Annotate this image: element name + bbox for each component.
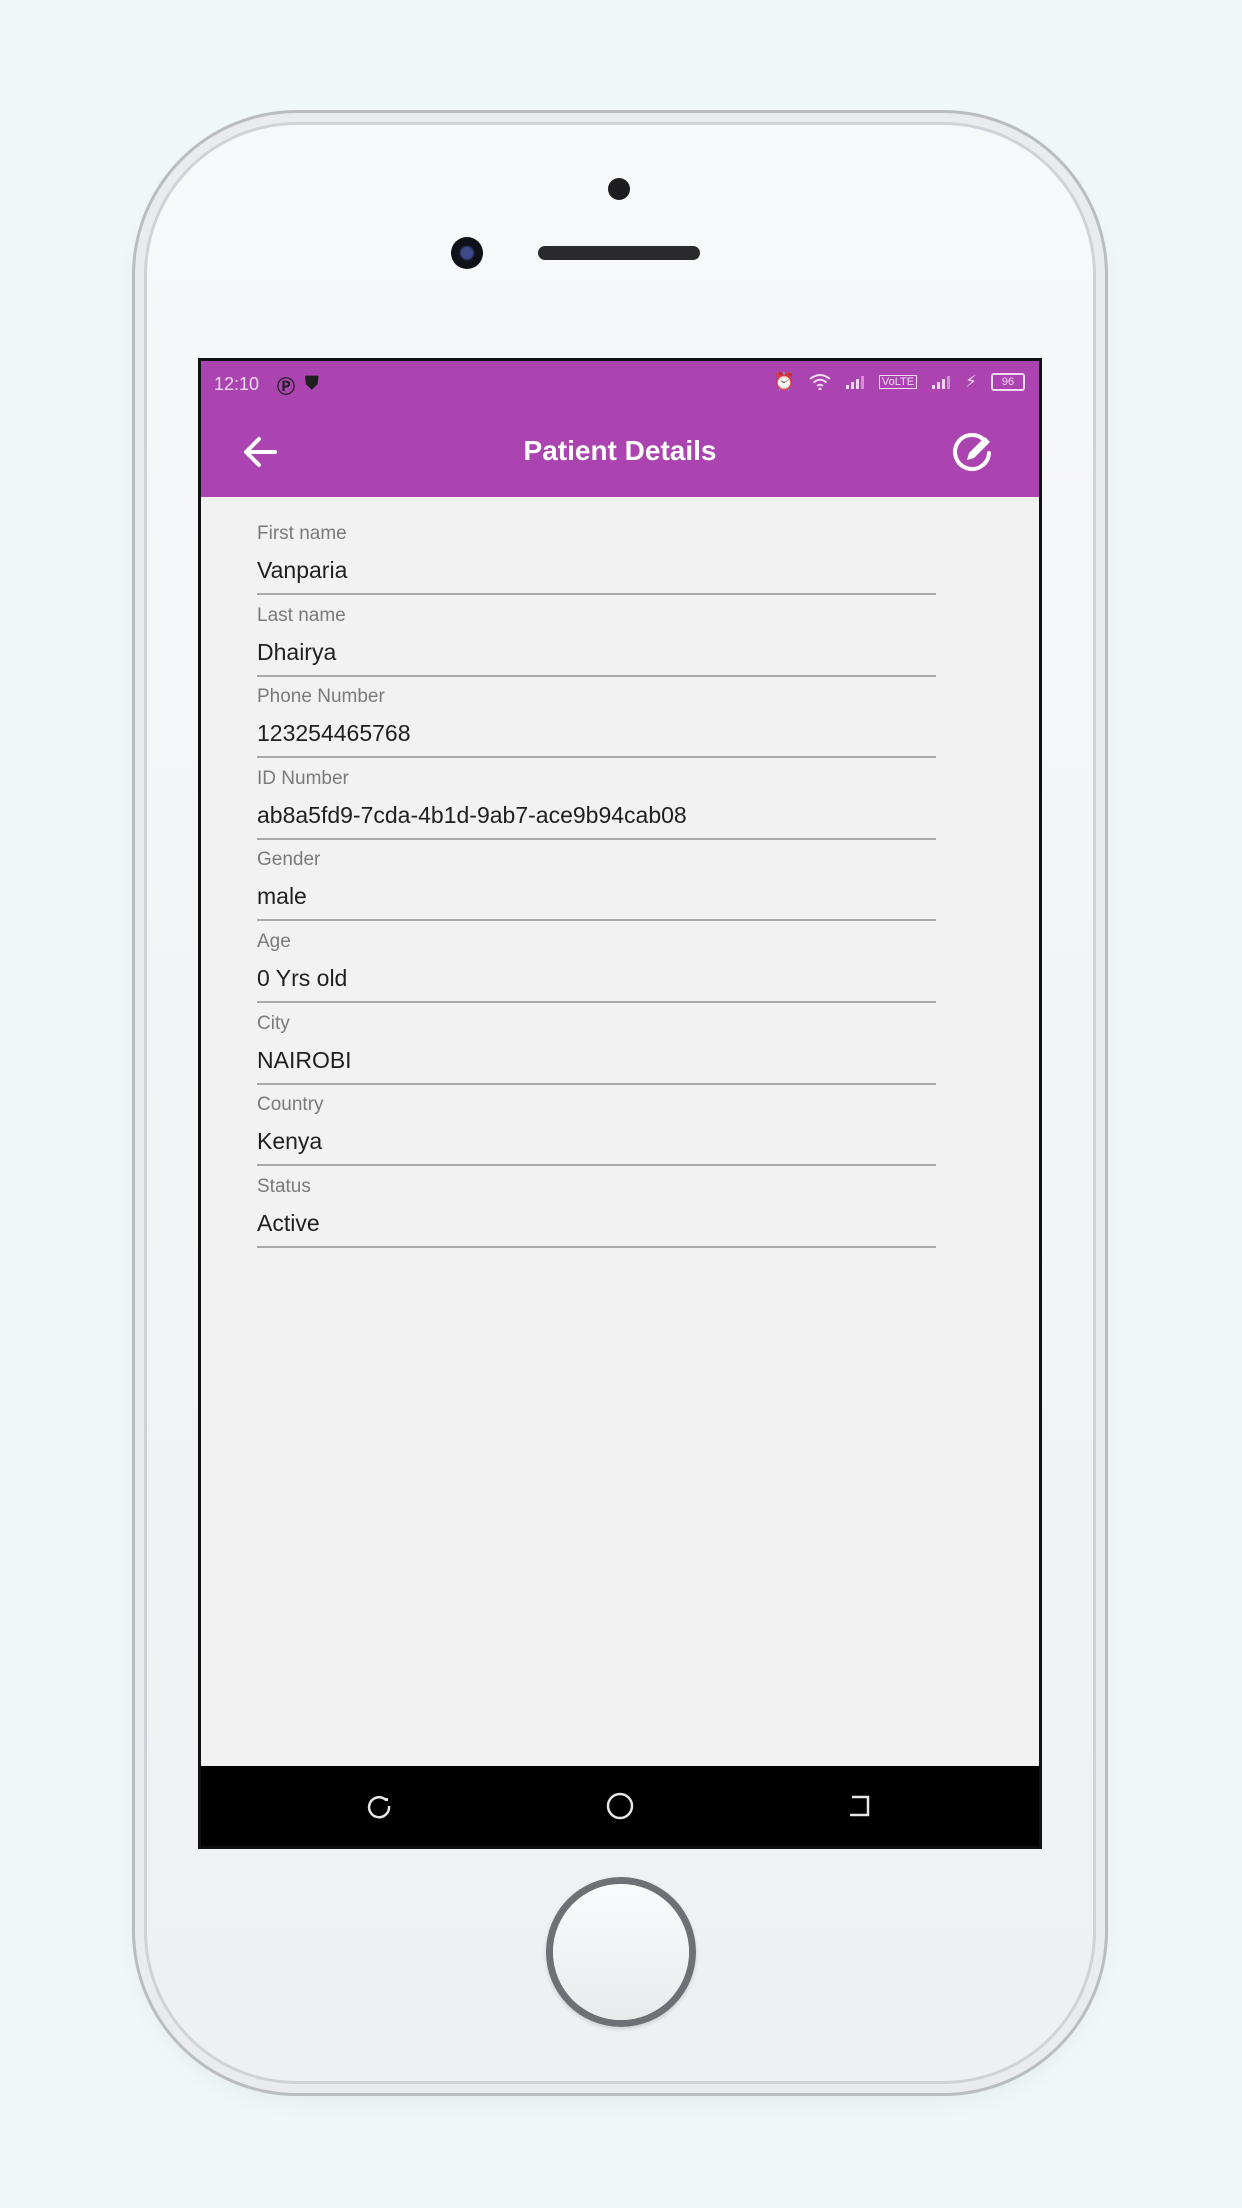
field-underline — [257, 1245, 936, 1248]
gender-value: male — [257, 883, 307, 910]
age-value: 0 Yrs old — [257, 964, 348, 991]
power-button — [1095, 540, 1103, 685]
status-bar: 12:10 Ⓟ ⛊ ⏰ VoLTE ⚡ 96 — [201, 361, 1039, 407]
battery-icon: 96 — [991, 373, 1025, 391]
field-underline — [257, 837, 936, 840]
field-age: Age 0 Yrs old — [257, 931, 936, 1013]
parking-icon: Ⓟ — [277, 377, 295, 397]
field-label: City — [257, 1012, 290, 1034]
field-underline — [257, 593, 936, 595]
system-nav-bar — [201, 1766, 1039, 1846]
wifi-icon — [809, 374, 831, 390]
field-first-name: First name Vanparia — [257, 523, 936, 605]
field-label: Status — [257, 1175, 311, 1197]
recent-apps-icon[interactable] — [364, 1791, 394, 1821]
first-name-value: Vanparia — [257, 557, 348, 583]
field-label: Age — [257, 930, 291, 952]
status-icons: ⏰ VoLTE ⚡ 96 — [774, 372, 1025, 392]
shield-icon: ⛊ — [305, 373, 319, 393]
app-screen: 12:10 Ⓟ ⛊ ⏰ VoLTE ⚡ 96 Patient Details F… — [201, 361, 1039, 1846]
volte-icon: VoLTE — [878, 375, 918, 389]
home-icon[interactable] — [605, 1791, 635, 1821]
status-value: Active — [257, 1209, 320, 1236]
id-number-value: ab8a5fd9-7cda-4b1d-9ab7-ace9b94cab08 — [257, 801, 687, 828]
field-city: City NAIROBI — [257, 1013, 936, 1095]
phone-number-value: 123254465768 — [257, 720, 411, 747]
signal-icon — [845, 376, 864, 389]
proximity-sensor — [608, 178, 630, 200]
field-label: Last name — [257, 604, 346, 626]
mute-switch — [138, 373, 146, 453]
field-label: Gender — [257, 849, 321, 871]
alarm-icon: ⏰ — [773, 372, 795, 391]
field-last-name: Last name Dhairya — [257, 605, 936, 687]
page-title: Patient Details — [523, 435, 717, 466]
signal-icon — [932, 376, 951, 389]
patient-fields: First name Vanparia Last name Dhairya Ph… — [257, 523, 936, 1257]
field-id-number: ID Number ab8a5fd9-7cda-4b1d-9ab7-ace9b9… — [257, 768, 936, 850]
charging-icon: ⚡ — [965, 372, 977, 391]
home-button[interactable] — [546, 1877, 696, 2027]
field-label: Country — [257, 1094, 324, 1116]
field-gender: Gender male — [257, 849, 936, 931]
status-time: 12:10 — [214, 374, 260, 394]
earpiece-speaker — [538, 246, 700, 260]
city-value: NAIROBI — [257, 1046, 352, 1073]
app-bar: Patient Details — [201, 407, 1039, 497]
country-value: Kenya — [257, 1128, 323, 1155]
field-underline — [257, 1000, 936, 1003]
volume-down-button — [138, 720, 146, 865]
field-underline — [257, 1082, 936, 1085]
field-underline — [257, 919, 936, 922]
field-underline — [257, 756, 936, 759]
front-camera — [451, 237, 483, 269]
field-underline — [257, 674, 936, 677]
field-phone-number: Phone Number 123254465768 — [257, 686, 936, 768]
field-underline — [257, 1164, 936, 1167]
volume-up-button — [138, 540, 146, 685]
field-label: ID Number — [257, 767, 349, 789]
last-name-value: Dhairya — [257, 638, 337, 665]
edit-icon[interactable] — [951, 431, 995, 475]
field-label: First name — [257, 523, 347, 544]
back-icon[interactable] — [844, 1791, 874, 1821]
field-status: Status Active — [257, 1176, 936, 1258]
field-label: Phone Number — [257, 686, 385, 708]
field-country: Country Kenya — [257, 1094, 936, 1176]
